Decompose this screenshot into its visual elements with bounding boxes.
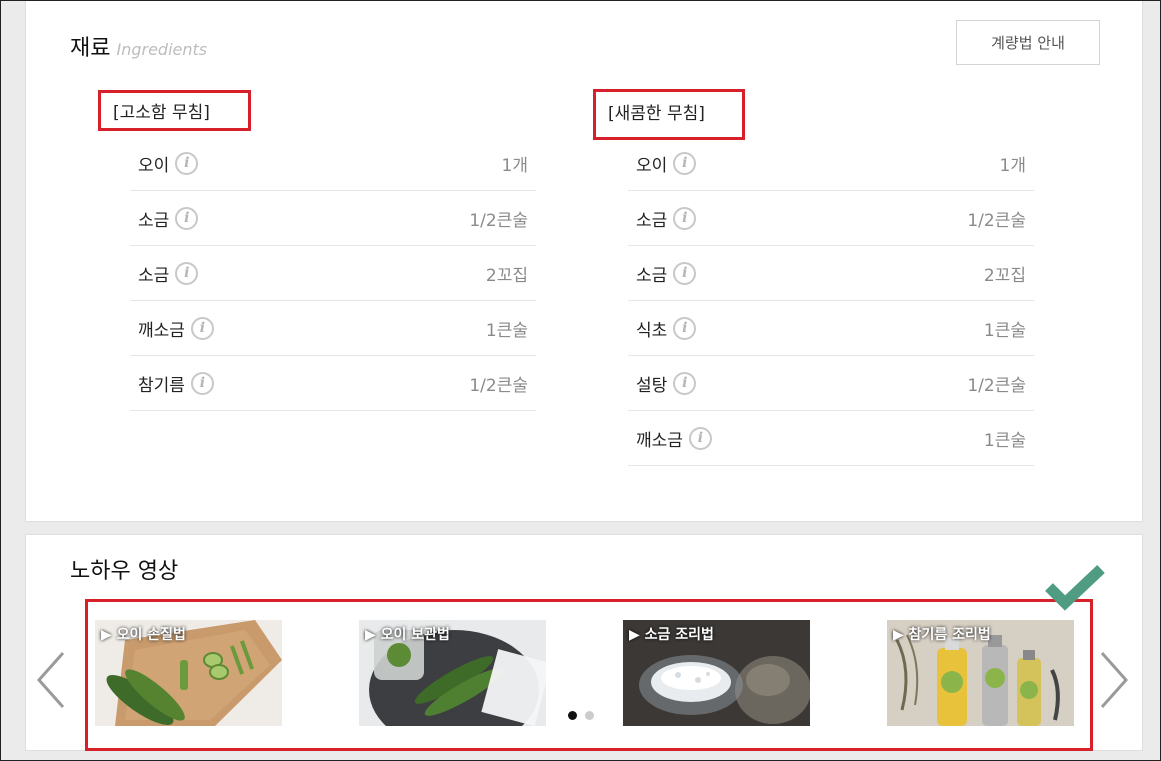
info-icon[interactable]: i bbox=[190, 316, 214, 340]
video-thumbnail-salt-cooking[interactable]: ▶ 소금 조리법 bbox=[623, 620, 810, 726]
info-icon[interactable]: i bbox=[673, 371, 697, 395]
ingredient-amount: 1큰술 bbox=[983, 430, 1026, 451]
ingredient-amount: 1/2큰술 bbox=[967, 210, 1026, 231]
video-caption: ▶ 소금 조리법 bbox=[629, 627, 714, 643]
info-icon[interactable]: i bbox=[175, 261, 199, 285]
ingredient-row: 소금 i 1/2큰술 bbox=[130, 191, 536, 246]
info-icon[interactable]: i bbox=[175, 206, 199, 230]
ingredients-title: 재료 bbox=[70, 36, 111, 61]
ingredient-amount: 1/2큰술 bbox=[469, 375, 528, 396]
info-icon[interactable]: i bbox=[688, 426, 712, 450]
ingredient-name: 깨소금 bbox=[636, 430, 683, 451]
info-icon[interactable]: i bbox=[673, 151, 697, 175]
ingredient-list-savory: 오이 i 1개 소금 i 1/2큰술 소금 i 2꼬집 깨소금 i 1큰술 참기름 i 1… bbox=[130, 136, 536, 411]
ingredient-amount: 1큰술 bbox=[983, 320, 1026, 341]
carousel-pagination bbox=[568, 711, 594, 720]
video-thumbnail-cucumber-prep[interactable]: ▶ 오이 손질법 bbox=[95, 620, 282, 726]
ingredient-amount: 1개 bbox=[999, 155, 1026, 176]
info-icon[interactable]: i bbox=[190, 371, 214, 395]
video-caption: ▶ 오이 보관법 bbox=[365, 627, 450, 643]
howto-video-panel: 노하우 영상 ▶ 오이 손질법 ▶ 오이 보관법 ▶ 소금 조리법 ▶ 참기름 … bbox=[25, 534, 1143, 751]
ingredient-row: 소금 i 2꼬집 bbox=[130, 246, 536, 301]
carousel-dot-1[interactable] bbox=[568, 711, 577, 720]
ingredient-amount: 1/2큰술 bbox=[469, 210, 528, 231]
info-icon[interactable]: i bbox=[673, 206, 697, 230]
ingredient-row: 오이 i 1개 bbox=[628, 136, 1034, 191]
ingredients-heading: 재료 Ingredients bbox=[70, 30, 207, 62]
ingredient-name: 식초 bbox=[636, 320, 668, 341]
ingredient-name: 참기름 bbox=[138, 375, 185, 396]
ingredient-row: 소금 i 2꼬집 bbox=[628, 246, 1034, 301]
info-icon[interactable]: i bbox=[175, 151, 199, 175]
ingredient-row: 설탕 i 1/2큰술 bbox=[628, 356, 1034, 411]
ingredient-amount: 1개 bbox=[501, 155, 528, 176]
carousel-dot-2[interactable] bbox=[585, 711, 594, 720]
info-icon[interactable]: i bbox=[673, 316, 697, 340]
ingredient-name: 오이 bbox=[138, 155, 170, 176]
ingredient-name: 소금 bbox=[138, 210, 170, 231]
video-caption: ▶ 참기름 조리법 bbox=[893, 627, 991, 643]
video-thumbnail-cucumber-storage[interactable]: ▶ 오이 보관법 bbox=[359, 620, 546, 726]
ingredient-row: 참기름 i 1/2큰술 bbox=[130, 356, 536, 411]
ingredient-row: 깨소금 i 1큰술 bbox=[130, 301, 536, 356]
ingredient-row: 식초 i 1큰술 bbox=[628, 301, 1034, 356]
ingredient-amount: 1큰술 bbox=[485, 320, 528, 341]
ingredient-name: 소금 bbox=[636, 265, 668, 286]
ingredient-row: 소금 i 1/2큰술 bbox=[628, 191, 1034, 246]
ingredient-row: 오이 i 1개 bbox=[130, 136, 536, 191]
checkmark-icon bbox=[1045, 565, 1105, 611]
ingredient-list-tangy: 오이 i 1개 소금 i 1/2큰술 소금 i 2꼬집 식초 i 1큰술 설탕 i 1/2… bbox=[628, 136, 1034, 466]
ingredient-name: 소금 bbox=[636, 210, 668, 231]
ingredient-amount: 1/2큰술 bbox=[967, 375, 1026, 396]
ingredient-group-label-savory: [고소함 무침] bbox=[98, 90, 251, 131]
ingredient-group-label-tangy: [새콤한 무침] bbox=[593, 89, 745, 140]
measurement-guide-button[interactable]: 계량법 안내 bbox=[956, 20, 1100, 65]
ingredients-panel: 재료 Ingredients 계량법 안내 [고소함 무침] [새콤한 무침] 오… bbox=[25, 0, 1143, 522]
video-thumbnail-sesame-oil[interactable]: ▶ 참기름 조리법 bbox=[887, 620, 1074, 726]
ingredient-amount: 2꼬집 bbox=[485, 265, 528, 286]
video-section-title: 노하우 영상 bbox=[70, 559, 179, 584]
video-caption: ▶ 오이 손질법 bbox=[101, 627, 186, 643]
info-icon[interactable]: i bbox=[673, 261, 697, 285]
ingredient-name: 깨소금 bbox=[138, 320, 185, 341]
ingredient-row: 깨소금 i 1큰술 bbox=[628, 411, 1034, 466]
ingredient-amount: 2꼬집 bbox=[983, 265, 1026, 286]
chevron-right-icon[interactable] bbox=[1099, 650, 1129, 710]
ingredient-name: 설탕 bbox=[636, 375, 668, 396]
ingredients-subtitle: Ingredients bbox=[116, 40, 208, 59]
ingredient-name: 오이 bbox=[636, 155, 668, 176]
chevron-left-icon[interactable] bbox=[36, 650, 66, 710]
ingredient-name: 소금 bbox=[138, 265, 170, 286]
